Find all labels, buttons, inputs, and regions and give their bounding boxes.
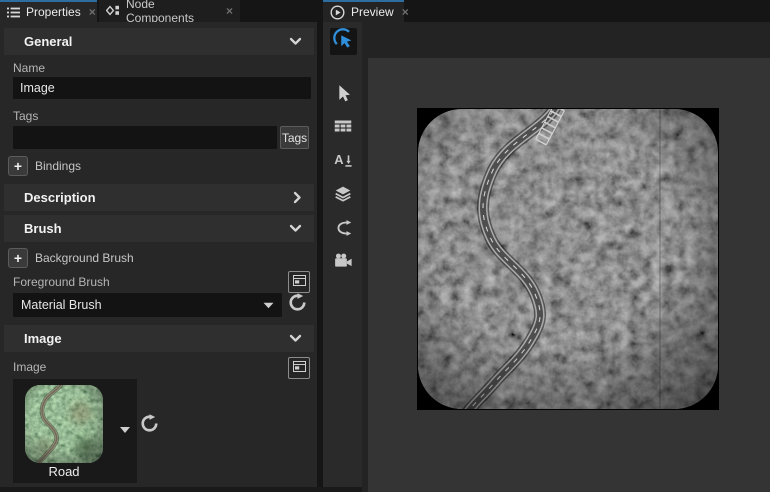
close-icon[interactable]: × bbox=[89, 5, 96, 19]
preview-toolbar: A bbox=[323, 22, 362, 492]
close-icon[interactable]: × bbox=[402, 5, 409, 19]
section-title: Image bbox=[24, 331, 62, 346]
section-header-image[interactable]: Image bbox=[4, 325, 314, 352]
text-analysis-icon: A bbox=[332, 149, 354, 176]
properties-panel: General Name Tags Tags + Bindings Descri… bbox=[0, 22, 317, 492]
revert-to-default-button[interactable] bbox=[139, 415, 160, 436]
section-header-general[interactable]: General bbox=[4, 28, 314, 55]
section-title: General bbox=[24, 34, 72, 49]
section-header-brush[interactable]: Brush bbox=[4, 215, 314, 242]
kanzi-studio-window: Properties × Node Components × Preview ×… bbox=[0, 0, 770, 492]
revert-to-default-button[interactable] bbox=[287, 294, 308, 315]
tags-input[interactable] bbox=[13, 126, 277, 149]
layers-tool-button[interactable] bbox=[331, 184, 355, 208]
connections-icon bbox=[332, 217, 354, 244]
name-label: Name bbox=[13, 61, 45, 75]
foreground-brush-label: Foreground Brush bbox=[13, 275, 110, 289]
chevron-down-icon bbox=[289, 37, 302, 46]
thumbnail-dropdown-caret[interactable] bbox=[119, 421, 133, 431]
section-title: Description bbox=[24, 190, 96, 205]
foreground-brush-dropdown[interactable]: Material Brush bbox=[13, 293, 282, 317]
reset-arrow-icon bbox=[288, 293, 307, 317]
open-editor-button[interactable] bbox=[288, 271, 310, 293]
close-icon[interactable]: × bbox=[226, 4, 233, 18]
video-camera-icon bbox=[332, 250, 354, 277]
chevron-right-icon bbox=[293, 191, 302, 204]
panel-bottom-edge bbox=[0, 487, 362, 492]
add-binding-button[interactable]: + bbox=[8, 156, 28, 176]
bindings-label: Bindings bbox=[35, 159, 81, 173]
select-tool-button[interactable] bbox=[331, 83, 355, 107]
play-circle-icon bbox=[330, 5, 345, 20]
name-input[interactable] bbox=[13, 77, 311, 99]
chevron-down-icon bbox=[263, 298, 274, 312]
background-brush-label: Background Brush bbox=[35, 251, 134, 265]
preview-panel: A bbox=[323, 22, 770, 492]
tags-label: Tags bbox=[13, 109, 38, 123]
image-thumbnail[interactable] bbox=[25, 385, 103, 463]
section-title: Brush bbox=[24, 221, 62, 236]
text-tool-button[interactable]: A bbox=[331, 150, 355, 174]
camera-tool-button[interactable] bbox=[331, 251, 355, 275]
tags-button[interactable]: Tags bbox=[280, 126, 309, 149]
chevron-down-icon bbox=[289, 334, 302, 343]
reset-arrow-icon bbox=[140, 414, 159, 438]
tab-node-components[interactable]: Node Components × bbox=[99, 0, 240, 22]
panel-editor-icon bbox=[293, 359, 306, 377]
layers-icon bbox=[332, 183, 354, 210]
tab-preview[interactable]: Preview × bbox=[323, 0, 404, 22]
open-editor-button[interactable] bbox=[288, 357, 310, 379]
tab-label: Properties bbox=[26, 5, 81, 19]
thumbnail-caption: Road bbox=[25, 464, 103, 479]
node-components-icon bbox=[106, 5, 120, 18]
rendered-image-node[interactable] bbox=[417, 108, 719, 410]
panel-editor-icon bbox=[293, 273, 306, 291]
add-background-brush-button[interactable]: + bbox=[8, 248, 28, 268]
svg-text:A: A bbox=[334, 152, 343, 167]
dropdown-value: Material Brush bbox=[21, 298, 102, 312]
chevron-down-icon bbox=[289, 224, 302, 233]
preview-canvas[interactable] bbox=[368, 58, 770, 492]
image-label: Image bbox=[13, 360, 46, 374]
tab-bar: Properties × Node Components × Preview × bbox=[0, 0, 770, 22]
list-icon bbox=[7, 7, 20, 18]
interact-tool-button[interactable] bbox=[330, 28, 357, 55]
grid-tool-button[interactable] bbox=[331, 116, 355, 140]
tab-properties[interactable]: Properties × bbox=[0, 0, 97, 22]
connections-tool-button[interactable] bbox=[331, 218, 355, 242]
table-grid-icon bbox=[332, 115, 354, 142]
cursor-arrow-icon bbox=[332, 82, 354, 109]
section-header-description[interactable]: Description bbox=[4, 184, 314, 211]
tab-label: Preview bbox=[351, 5, 394, 19]
interact-cursor-icon bbox=[333, 28, 355, 55]
